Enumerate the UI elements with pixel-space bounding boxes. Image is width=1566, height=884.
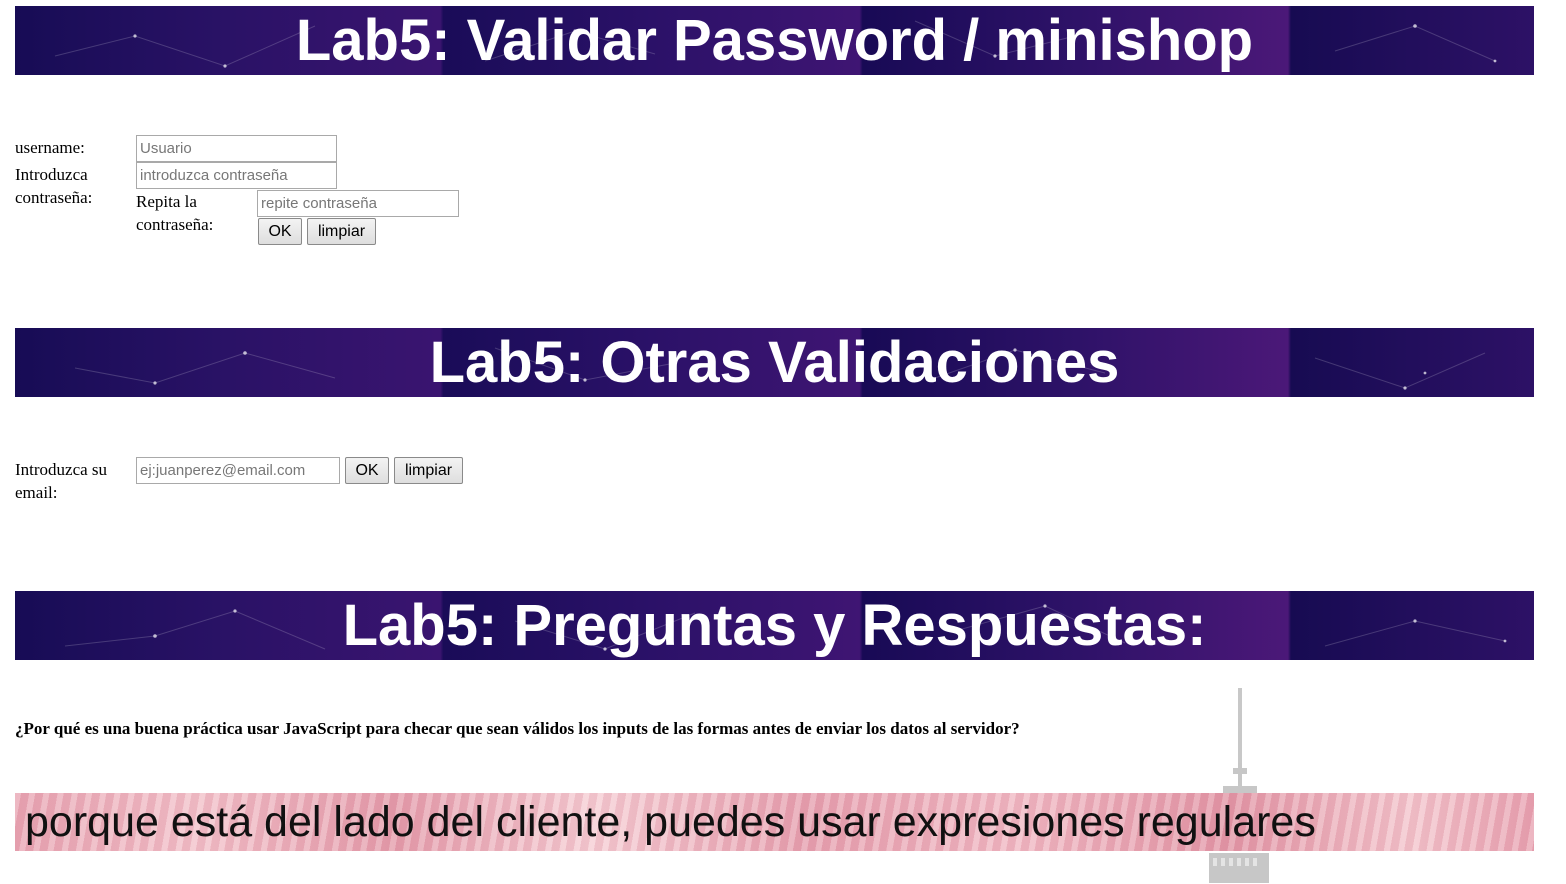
repeat-password-input[interactable]: [257, 190, 459, 217]
section-title-other-validations: Lab5: Otras Validaciones: [429, 330, 1120, 395]
username-label: username:: [15, 138, 85, 157]
section-banner-password: Lab5: Validar Password / minishop: [15, 6, 1534, 75]
answer-box: porque está del lado del cliente, puedes…: [15, 793, 1534, 851]
section-title-qa: Lab5: Preguntas y Respuestas:: [342, 593, 1207, 658]
repeat-password-label: Repita la contraseña:: [136, 192, 214, 234]
answer-text: porque está del lado del cliente, puedes…: [25, 798, 1316, 846]
username-input[interactable]: [136, 135, 337, 162]
email-clear-button[interactable]: limpiar: [394, 457, 463, 484]
email-ok-button[interactable]: OK: [345, 457, 389, 484]
background-tower-image: [1209, 688, 1269, 883]
password-clear-button[interactable]: limpiar: [307, 218, 376, 245]
section-banner-other-validations: Lab5: Otras Validaciones: [15, 328, 1534, 397]
password-label: Introduzca contraseña:: [15, 165, 93, 207]
page-title: Lab5: Validar Password / minishop: [295, 8, 1254, 73]
email-label: Introduzca su email:: [15, 460, 108, 502]
password-input[interactable]: [136, 162, 337, 189]
question-text: ¿Por qué es una buena práctica usar Java…: [15, 719, 1020, 738]
section-banner-qa: Lab5: Preguntas y Respuestas:: [15, 591, 1534, 660]
email-input[interactable]: [136, 457, 340, 484]
password-ok-button[interactable]: OK: [258, 218, 302, 245]
